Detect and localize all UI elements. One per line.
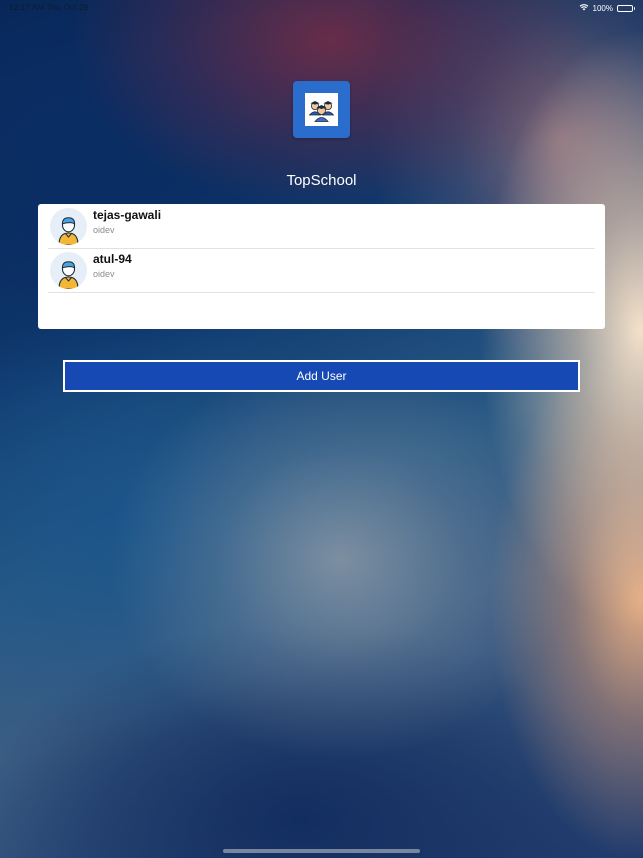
- status-right-group: 100%: [579, 3, 635, 13]
- user-org: oidev: [93, 225, 115, 235]
- user-avatar-icon: [50, 252, 87, 289]
- status-time-date: 12:17 AM Thu Oct 29: [9, 3, 89, 12]
- add-user-button[interactable]: Add User: [63, 360, 580, 392]
- battery-percent: 100%: [592, 3, 613, 13]
- user-list-item[interactable]: tejas-gawali oidev: [48, 204, 595, 249]
- user-list: tejas-gawali oidev atul-94 oidev: [38, 204, 605, 329]
- wifi-icon: [579, 3, 589, 13]
- students-group-icon: [305, 93, 338, 126]
- status-bar: 12:17 AM Thu Oct 29 100%: [0, 0, 643, 16]
- battery-icon: [617, 4, 635, 12]
- app-logo: [293, 81, 350, 138]
- user-list-item[interactable]: atul-94 oidev: [48, 248, 595, 293]
- user-name: atul-94: [93, 252, 132, 266]
- home-indicator[interactable]: [223, 849, 420, 853]
- user-name: tejas-gawali: [93, 208, 162, 222]
- user-org: oidev: [93, 269, 115, 279]
- user-avatar-icon: [50, 208, 87, 245]
- login-screen: 12:17 AM Thu Oct 29 100% TopSchool tejas…: [0, 0, 643, 858]
- app-title: TopSchool: [286, 172, 357, 189]
